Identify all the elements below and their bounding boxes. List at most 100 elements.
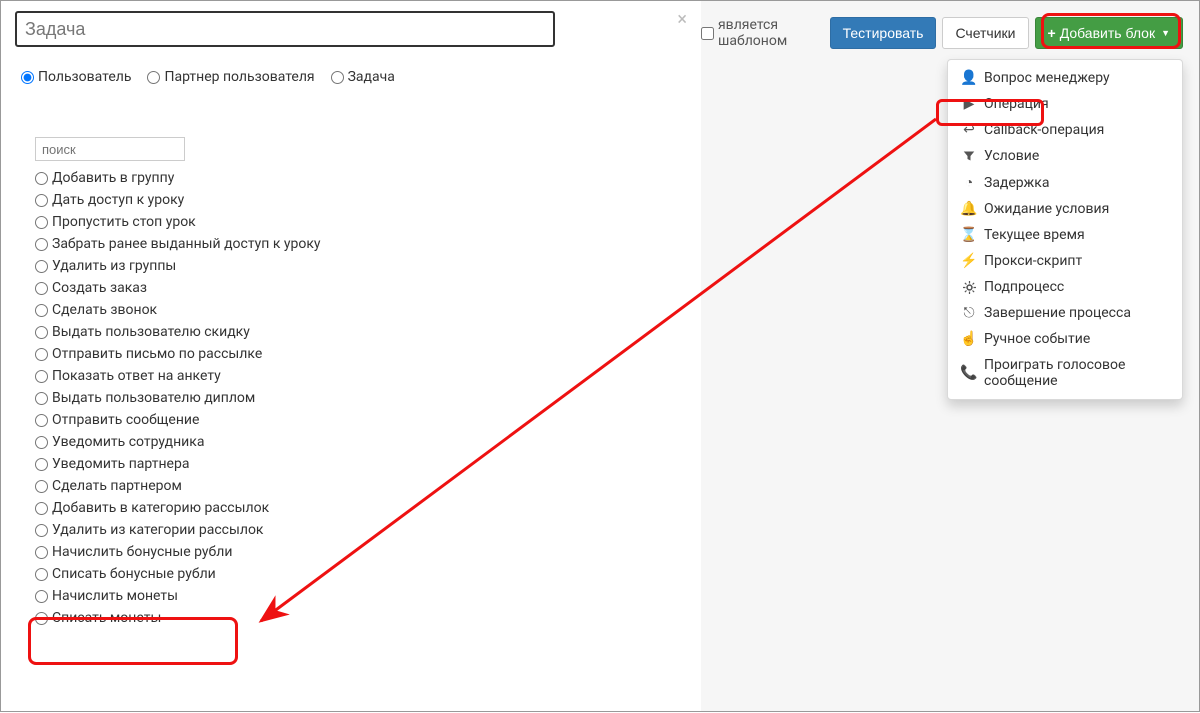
operation-option[interactable]: Удалить из группы (35, 255, 687, 277)
tab-partner-radio[interactable] (147, 71, 160, 84)
dropdown-item-subprocess[interactable]: Подпроцесс (948, 274, 1182, 300)
operation-option[interactable]: Выдать пользователю диплом (35, 387, 687, 409)
operation-radio[interactable] (35, 502, 48, 515)
dropdown-item-label: Callback-операция (984, 122, 1104, 138)
operation-radio[interactable] (35, 326, 48, 339)
tab-task[interactable]: Задача (331, 69, 395, 85)
caret-down-icon: ▼ (1161, 28, 1170, 38)
operation-option[interactable]: Отправить письмо по рассылке (35, 343, 687, 365)
operation-option[interactable]: Выдать пользователю скидку (35, 321, 687, 343)
operation-option[interactable]: Добавить в группу (35, 167, 687, 189)
dropdown-item-time[interactable]: ⌛ Текущее время (948, 222, 1182, 248)
operation-option[interactable]: Удалить из категории рассылок (35, 519, 687, 541)
tab-user-radio[interactable] (21, 71, 34, 84)
dropdown-item-question[interactable]: 👤Вопрос менеджеру (948, 65, 1182, 91)
operation-radio[interactable] (35, 216, 48, 229)
operation-option[interactable]: Пропустить стоп урок (35, 211, 687, 233)
operation-radio[interactable] (35, 612, 48, 625)
hand-icon: ☝ (962, 331, 976, 347)
filter-icon (962, 150, 976, 162)
operation-radio[interactable] (35, 370, 48, 383)
operation-radio[interactable] (35, 524, 48, 537)
close-icon[interactable]: × (677, 9, 687, 30)
dropdown-item-label: Подпроцесс (984, 279, 1064, 295)
operation-radio[interactable] (35, 414, 48, 427)
operation-label: Удалить из категории рассылок (52, 522, 264, 538)
template-checkbox-label[interactable]: является шаблоном (701, 17, 816, 49)
bell-icon: 🔔 (962, 201, 976, 217)
dropdown-item-proxy[interactable]: ⚡Прокси-скрипт (948, 248, 1182, 274)
dropdown-item-callback[interactable]: ↩Callback-операция (948, 117, 1182, 143)
dropdown-item-label: Задержка (984, 175, 1049, 191)
exit-icon: ⎋ (962, 305, 976, 321)
dropdown-item-condition[interactable]: Условие (948, 143, 1182, 169)
operation-option[interactable]: Создать заказ (35, 277, 687, 299)
template-checkbox[interactable] (701, 27, 714, 40)
operation-option[interactable]: Сделать звонок (35, 299, 687, 321)
operation-option[interactable]: Списать бонусные рубли (35, 563, 687, 585)
operation-option[interactable]: Дать доступ к уроку (35, 189, 687, 211)
operation-radio[interactable] (35, 348, 48, 361)
dropdown-item-label: Операция (984, 96, 1049, 112)
operation-option[interactable]: Сделать партнером (35, 475, 687, 497)
operation-radio[interactable] (35, 568, 48, 581)
operation-label: Дать доступ к уроку (52, 192, 184, 208)
operation-modal: × Пользователь Партнер пользователя Зада… (1, 1, 701, 711)
operation-option[interactable]: Списать монеты (35, 607, 687, 629)
counters-button[interactable]: Счетчики (942, 17, 1028, 49)
operation-option[interactable]: Начислить монеты (35, 585, 687, 607)
dropdown-item-delay[interactable]: ◔Задержка (948, 169, 1182, 196)
operation-label: Начислить бонусные рубли (52, 544, 232, 560)
dropdown-item-voice[interactable]: 📞 Проиграть голосовое сообщение (948, 352, 1182, 394)
dropdown-item-label: Ручное событие (984, 331, 1090, 347)
operation-option[interactable]: Добавить в категорию рассылок (35, 497, 687, 519)
operation-label: Начислить монеты (52, 588, 178, 604)
play-icon: ▶ (962, 96, 976, 112)
operation-radio[interactable] (35, 238, 48, 251)
operation-option[interactable]: Показать ответ на анкету (35, 365, 687, 387)
template-checkbox-text: является шаблоном (718, 17, 816, 49)
plus-icon: + (1048, 25, 1056, 41)
operation-label: Списать бонусные рубли (52, 566, 216, 582)
dropdown-item-label: Проиграть голосовое сообщение (984, 357, 1168, 389)
operation-label: Списать монеты (52, 610, 161, 626)
dropdown-item-label: Текущее время (984, 227, 1085, 243)
operation-radio[interactable] (35, 392, 48, 405)
hourglass-icon: ⌛ (962, 227, 976, 243)
operation-option[interactable]: Забрать ранее выданный доступ к уроку (35, 233, 687, 255)
operation-radio[interactable] (35, 436, 48, 449)
task-title-input[interactable] (15, 11, 555, 47)
operation-radio[interactable] (35, 194, 48, 207)
operation-radio[interactable] (35, 172, 48, 185)
operation-option[interactable]: Уведомить партнера (35, 453, 687, 475)
operation-label: Отправить сообщение (52, 412, 199, 428)
dropdown-item-label: Завершение процесса (984, 305, 1131, 321)
operation-radio[interactable] (35, 590, 48, 603)
dropdown-item-finish[interactable]: ⎋ Завершение процесса (948, 300, 1182, 326)
operation-radio[interactable] (35, 458, 48, 471)
operation-search-input[interactable] (35, 137, 185, 161)
add-block-button[interactable]: + Добавить блок ▼ (1035, 17, 1184, 49)
operation-radio[interactable] (35, 480, 48, 493)
operation-radio[interactable] (35, 282, 48, 295)
tab-partner[interactable]: Партнер пользователя (147, 69, 314, 85)
operation-label: Создать заказ (52, 280, 147, 296)
dropdown-item-operation[interactable]: ▶ Операция (948, 91, 1182, 117)
cog-icon (962, 281, 976, 294)
add-block-dropdown[interactable]: 👤Вопрос менеджеру ▶ Операция ↩Callback-оп… (947, 59, 1183, 400)
operation-option[interactable]: Отправить сообщение (35, 409, 687, 431)
operation-radio[interactable] (35, 546, 48, 559)
operation-label: Выдать пользователю диплом (52, 390, 255, 406)
dropdown-item-label: Вопрос менеджеру (984, 70, 1110, 86)
tab-user[interactable]: Пользователь (21, 69, 131, 85)
dropdown-item-manual[interactable]: ☝ Ручное событие (948, 326, 1182, 352)
operation-label: Добавить в категорию рассылок (52, 500, 269, 516)
operation-radio[interactable] (35, 260, 48, 273)
test-button[interactable]: Тестировать (830, 17, 937, 49)
operation-option[interactable]: Уведомить сотрудника (35, 431, 687, 453)
operation-option[interactable]: Начислить бонусные рубли (35, 541, 687, 563)
phone-icon: 📞 (962, 365, 976, 381)
tab-task-radio[interactable] (331, 71, 344, 84)
operation-radio[interactable] (35, 304, 48, 317)
dropdown-item-wait[interactable]: 🔔Ожидание условия (948, 196, 1182, 222)
